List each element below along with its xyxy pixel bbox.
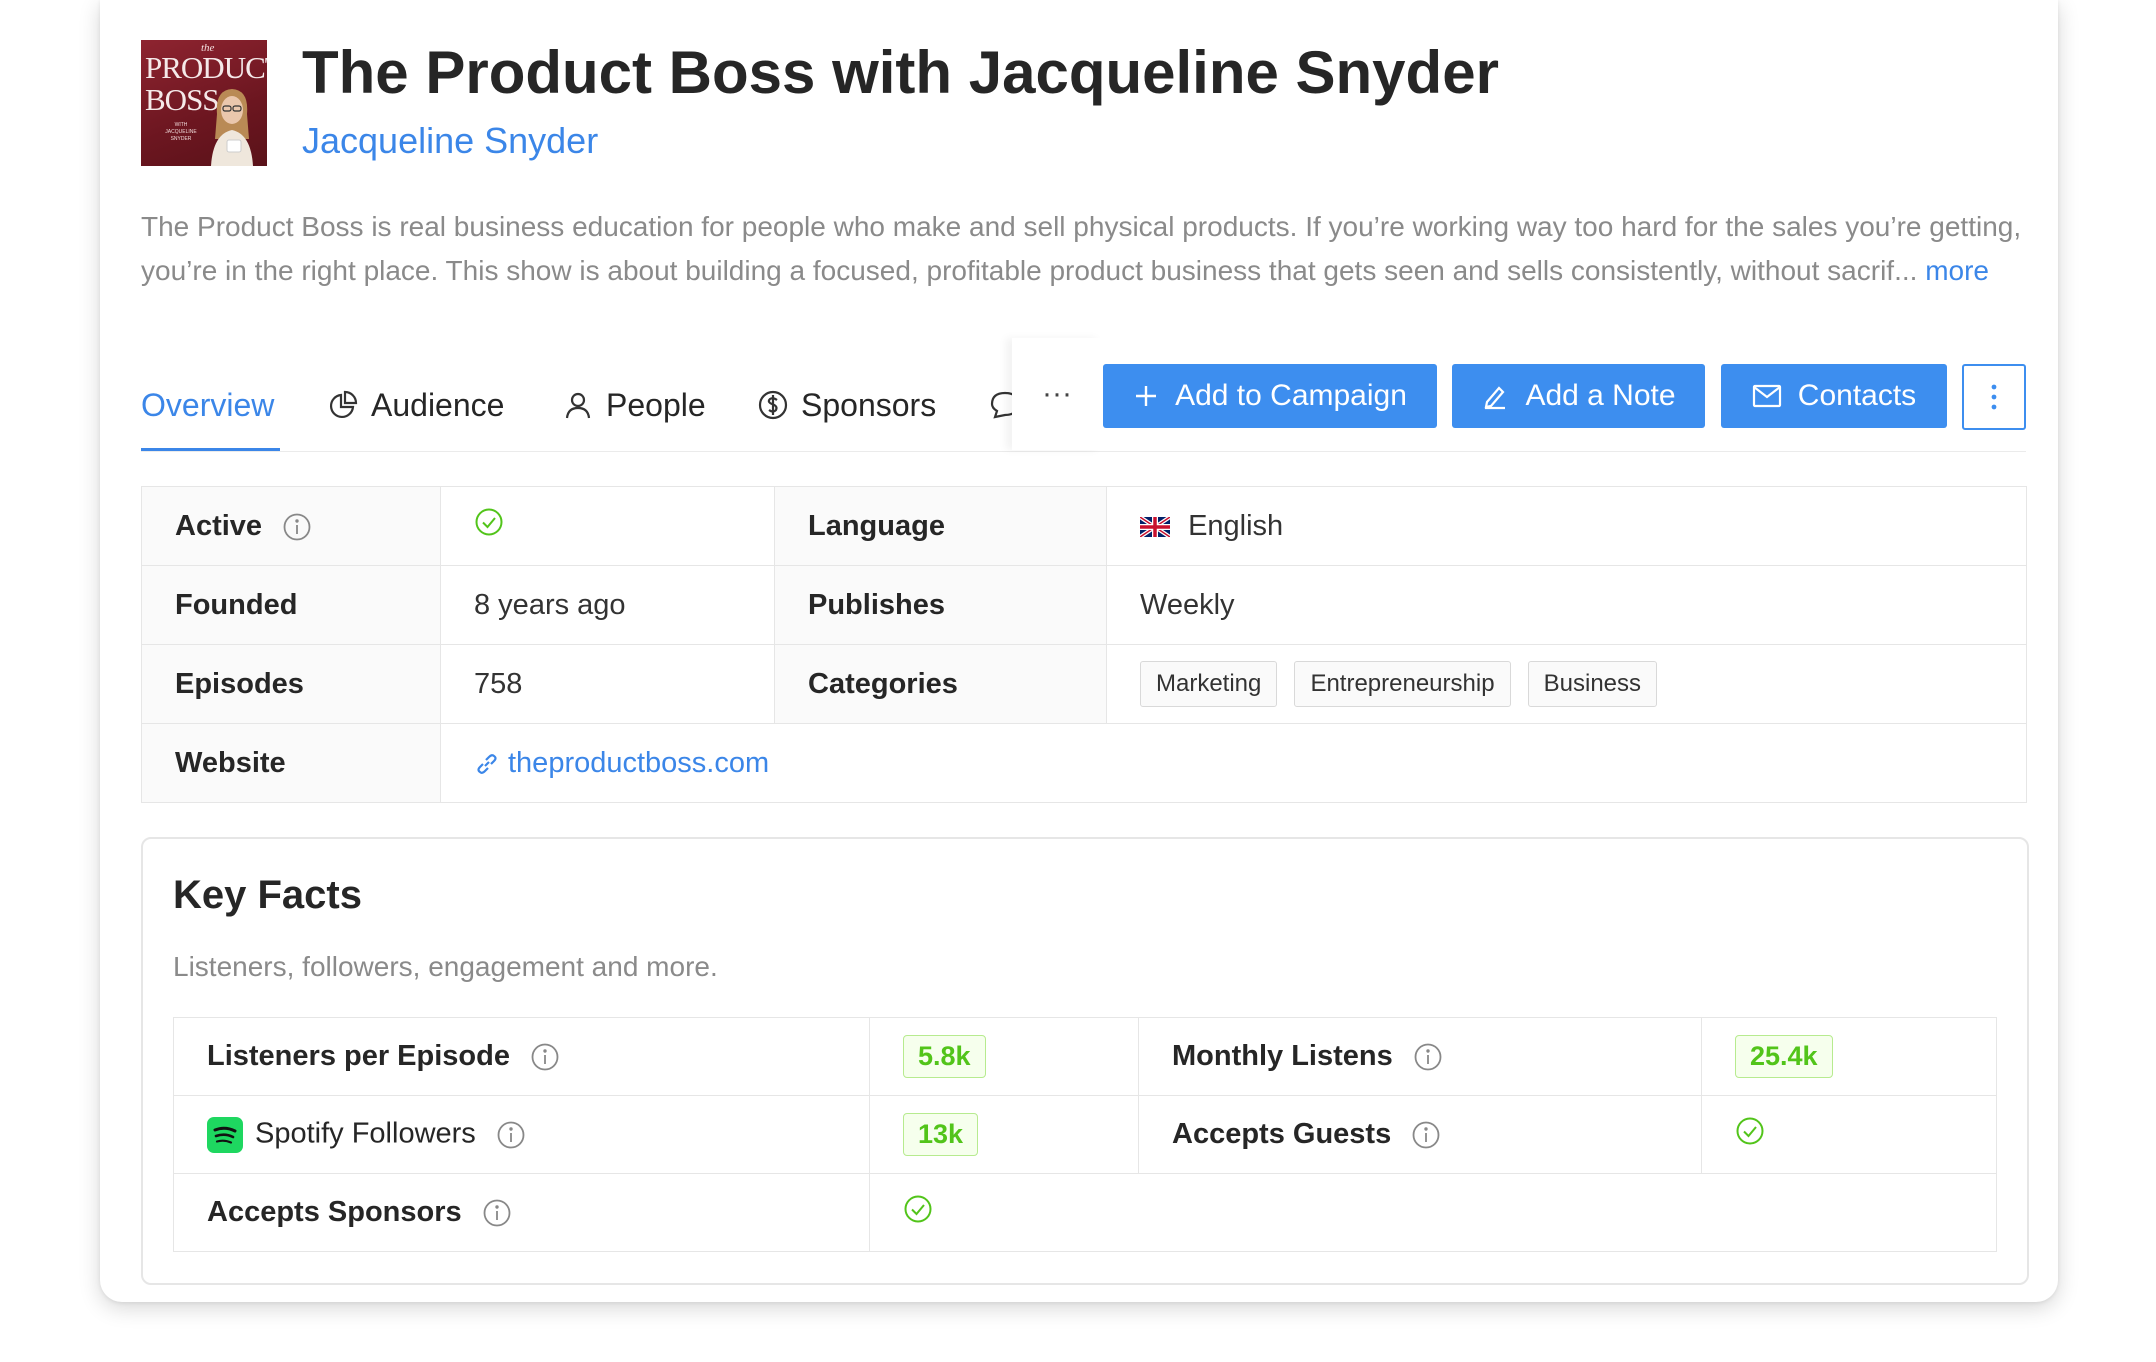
- dollar-circle-icon: [758, 390, 788, 420]
- link-icon: [477, 753, 497, 774]
- pie-chart-icon: [329, 390, 358, 419]
- podcast-cover-image: the PRODUCT BOSS WITH JACQUELINE SNYDER: [141, 40, 267, 166]
- sponsors-label-cell: Accepts Sponsors: [173, 1173, 870, 1252]
- uk-flag-icon: [1138, 515, 1172, 539]
- spotify-label-cell: Spotify Followers: [173, 1095, 870, 1174]
- categories-value-cell: Marketing Entrepreneurship Business: [1106, 644, 2027, 724]
- info-icon[interactable]: [1413, 1042, 1443, 1072]
- tab-overview[interactable]: Overview: [141, 360, 274, 450]
- plus-icon: [1136, 386, 1157, 406]
- language-value: English: [1188, 509, 1284, 542]
- description-text: The Product Boss is real business educat…: [141, 211, 2022, 286]
- category-tag[interactable]: Business: [1527, 661, 1658, 707]
- key-facts-card: Key Facts Listeners, followers, engageme…: [141, 837, 2029, 1285]
- listeners-value-cell: 5.8k: [869, 1017, 1139, 1096]
- contacts-label: Contacts: [1797, 379, 1917, 412]
- more-actions-button[interactable]: [1962, 364, 2026, 430]
- info-icon[interactable]: [530, 1042, 560, 1072]
- podcast-author-link[interactable]: Jacqueline Snyder: [302, 120, 598, 162]
- key-facts-title: Key Facts: [173, 873, 362, 917]
- guests-label-cell: Accepts Guests: [1138, 1095, 1702, 1174]
- add-to-campaign-button[interactable]: Add to Campaign: [1103, 364, 1437, 428]
- kebab-menu-icon: [1991, 384, 1997, 410]
- category-tag[interactable]: Marketing: [1140, 661, 1278, 707]
- tab-divider: [141, 451, 2026, 452]
- categories-label: Categories: [774, 644, 1107, 724]
- listeners-label-cell: Listeners per Episode: [173, 1017, 870, 1096]
- publishes-label: Publishes: [774, 565, 1107, 645]
- add-note-label: Add a Note: [1525, 379, 1676, 412]
- info-icon[interactable]: [496, 1120, 526, 1150]
- active-value-cell: [440, 486, 775, 566]
- user-icon: [565, 392, 591, 419]
- contacts-button[interactable]: Contacts: [1721, 364, 1947, 428]
- tab-people-label: People: [606, 386, 706, 423]
- monthly-value-badge: 25.4k: [1735, 1035, 1833, 1078]
- podcast-description: The Product Boss is real business educat…: [141, 205, 2041, 293]
- guests-value-cell: [1701, 1095, 1997, 1174]
- check-circle-icon: [904, 1195, 932, 1222]
- table-row: Accepts Sponsors: [173, 1173, 1997, 1252]
- episodes-value: 758: [440, 644, 775, 724]
- listeners-value-badge: 5.8k: [903, 1035, 986, 1078]
- more-tabs-label: ···: [1042, 377, 1072, 410]
- website-label: Website: [141, 723, 441, 803]
- table-row: Spotify Followers 13k Accepts Guests: [173, 1095, 1997, 1174]
- monthly-value-cell: 25.4k: [1701, 1017, 1997, 1096]
- tab-audience-label: Audience: [371, 386, 505, 423]
- info-icon[interactable]: [482, 1198, 512, 1228]
- language-value-cell: English: [1106, 486, 2027, 566]
- category-tag[interactable]: Entrepreneurship: [1294, 661, 1511, 707]
- active-label-cell: Active: [141, 486, 441, 566]
- add-note-button[interactable]: Add a Note: [1452, 364, 1705, 428]
- active-label: Active: [175, 509, 263, 542]
- host-photo-illustration: [211, 89, 253, 166]
- info-icon[interactable]: [1411, 1120, 1441, 1150]
- sponsors-label: Accepts Sponsors: [207, 1196, 462, 1228]
- page-title: The Product Boss with Jacqueline Snyder: [302, 39, 1499, 106]
- sponsors-value-cell: [869, 1173, 1997, 1252]
- website-link-text: theproductboss.com: [508, 746, 770, 779]
- tab-sponsors-label: Sponsors: [801, 386, 937, 423]
- table-row: Listeners per Episode 5.8k Monthly Liste…: [173, 1017, 1997, 1096]
- check-circle-icon: [475, 508, 503, 536]
- publishes-value: Weekly: [1106, 565, 2027, 645]
- edit-pencil-icon: [1485, 386, 1506, 410]
- check-circle-icon: [1736, 1117, 1764, 1144]
- table-row: Active Language English: [141, 486, 2027, 566]
- tab-bar: Overview Audience People Sponsors: [141, 360, 1020, 452]
- spotify-icon: [207, 1116, 243, 1153]
- description-more-link[interactable]: more: [1925, 255, 1989, 286]
- table-row: Episodes 758 Categories Marketing Entrep…: [141, 644, 2027, 724]
- episodes-label: Episodes: [141, 644, 441, 724]
- cover-text-sub: WITH JACQUELINE SNYDER: [165, 122, 197, 142]
- tab-sponsors[interactable]: Sponsors: [757, 360, 936, 450]
- spotify-label: Spotify Followers: [255, 1117, 476, 1150]
- more-tabs-button[interactable]: ···: [1012, 338, 1102, 450]
- key-facts-subtitle: Listeners, followers, engagement and mor…: [173, 951, 718, 982]
- tab-audience[interactable]: Audience: [327, 360, 504, 450]
- spotify-value-cell: 13k: [869, 1095, 1139, 1174]
- cover-text-line1: PRODUCT: [145, 50, 267, 85]
- founded-label: Founded: [141, 565, 441, 645]
- listeners-label: Listeners per Episode: [207, 1040, 510, 1072]
- info-icon[interactable]: [282, 512, 312, 542]
- founded-value: 8 years ago: [440, 565, 775, 645]
- add-to-campaign-label: Add to Campaign: [1175, 379, 1407, 412]
- language-label: Language: [774, 486, 1107, 566]
- spotify-value-badge: 13k: [903, 1113, 979, 1156]
- table-row: Website theproductboss.com: [141, 723, 2027, 803]
- tab-people[interactable]: People: [562, 360, 706, 450]
- monthly-label: Monthly Listens: [1172, 1040, 1393, 1072]
- key-facts-table: Listeners per Episode 5.8k Monthly Liste…: [173, 1017, 1997, 1252]
- mail-icon: [1752, 384, 1781, 408]
- website-link[interactable]: theproductboss.com: [474, 747, 769, 779]
- website-value-cell: theproductboss.com: [440, 723, 2027, 803]
- table-row: Founded 8 years ago Publishes Weekly: [141, 565, 2027, 645]
- tab-overview-label: Overview: [141, 386, 275, 423]
- podcast-info-table: Active Language English Founded 8 years …: [141, 486, 2027, 803]
- guests-label: Accepts Guests: [1172, 1118, 1392, 1150]
- monthly-label-cell: Monthly Listens: [1138, 1017, 1702, 1096]
